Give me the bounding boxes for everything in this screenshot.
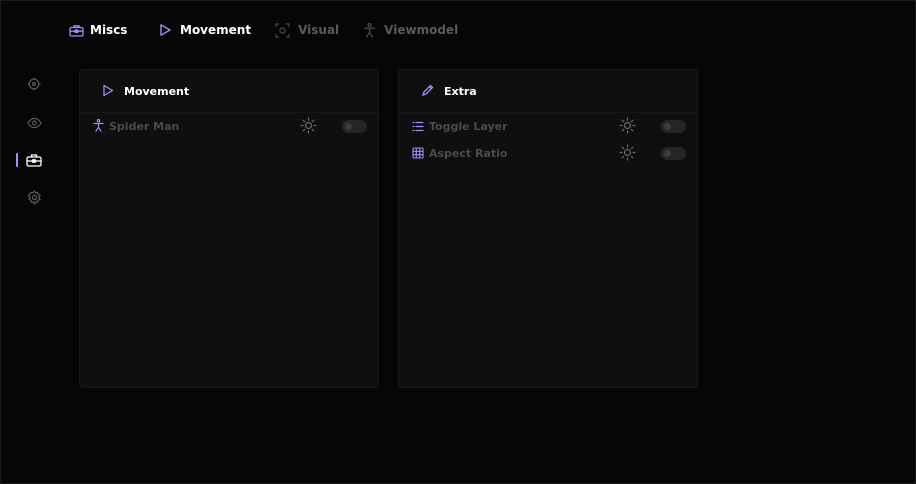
tab-movement[interactable]: Movement (158, 23, 251, 37)
tab-label: Movement (180, 23, 252, 37)
eye-icon (26, 114, 42, 133)
setting-row-aspect-ratio: Aspect Ratio (399, 140, 697, 167)
setting-row-toggle-layer: Toggle Layer (399, 113, 697, 140)
tab-label: Visual (298, 23, 340, 37)
play-icon (158, 23, 172, 37)
sidebar-item-miscs[interactable] (1, 142, 67, 180)
tab-visual[interactable]: Visual (275, 22, 340, 38)
tab-viewmodel[interactable]: Viewmodel (363, 22, 459, 38)
focus-icon (275, 22, 290, 38)
panel-title: Extra (444, 84, 477, 98)
setting-label: Spider Man (109, 120, 180, 133)
tab-label: Viewmodel (384, 23, 459, 37)
sidebar (1, 66, 67, 218)
setting-label: Aspect Ratio (429, 147, 508, 160)
active-indicator (16, 153, 18, 167)
play-icon (102, 82, 114, 101)
settings-sun-icon[interactable] (619, 144, 636, 165)
panel-movement: Movement Spider Man (79, 69, 379, 388)
crosshair-icon (27, 76, 41, 95)
person-icon (93, 117, 104, 136)
panel-title: Movement (124, 84, 190, 98)
settings-sun-icon[interactable] (619, 117, 636, 138)
toggle-knob (345, 123, 352, 130)
setting-label: Toggle Layer (429, 120, 508, 133)
pen-icon (421, 82, 434, 101)
panel-header: Movement (80, 70, 378, 113)
tab-bar: Movement Visual Viewmodel (158, 19, 458, 41)
window-frame: Miscs Movement Visual Viewmodel Movement… (0, 0, 916, 484)
toggle-switch[interactable] (661, 120, 686, 133)
setting-row-spider-man: Spider Man (80, 113, 378, 140)
person-icon (363, 22, 376, 38)
toggle-knob (664, 150, 671, 157)
sidebar-item-visuals[interactable] (1, 104, 67, 142)
panel-extra: Extra Toggle Layer Aspect Ratio (398, 69, 698, 388)
header: Miscs (69, 19, 127, 41)
section-title-label: Miscs (90, 23, 128, 37)
toggle-knob (664, 123, 671, 130)
section-title: Miscs (69, 23, 127, 37)
sidebar-item-settings[interactable] (1, 180, 67, 218)
list-icon (412, 117, 424, 136)
grid-icon (412, 144, 424, 163)
panel-header: Extra (399, 70, 697, 113)
toggle-switch[interactable] (342, 120, 367, 133)
toolbox-icon (69, 24, 84, 37)
settings-sun-icon[interactable] (300, 117, 317, 138)
sidebar-item-aim[interactable] (1, 66, 67, 104)
toolbox-icon (26, 152, 42, 171)
gear-icon (26, 189, 42, 209)
toggle-switch[interactable] (661, 147, 686, 160)
